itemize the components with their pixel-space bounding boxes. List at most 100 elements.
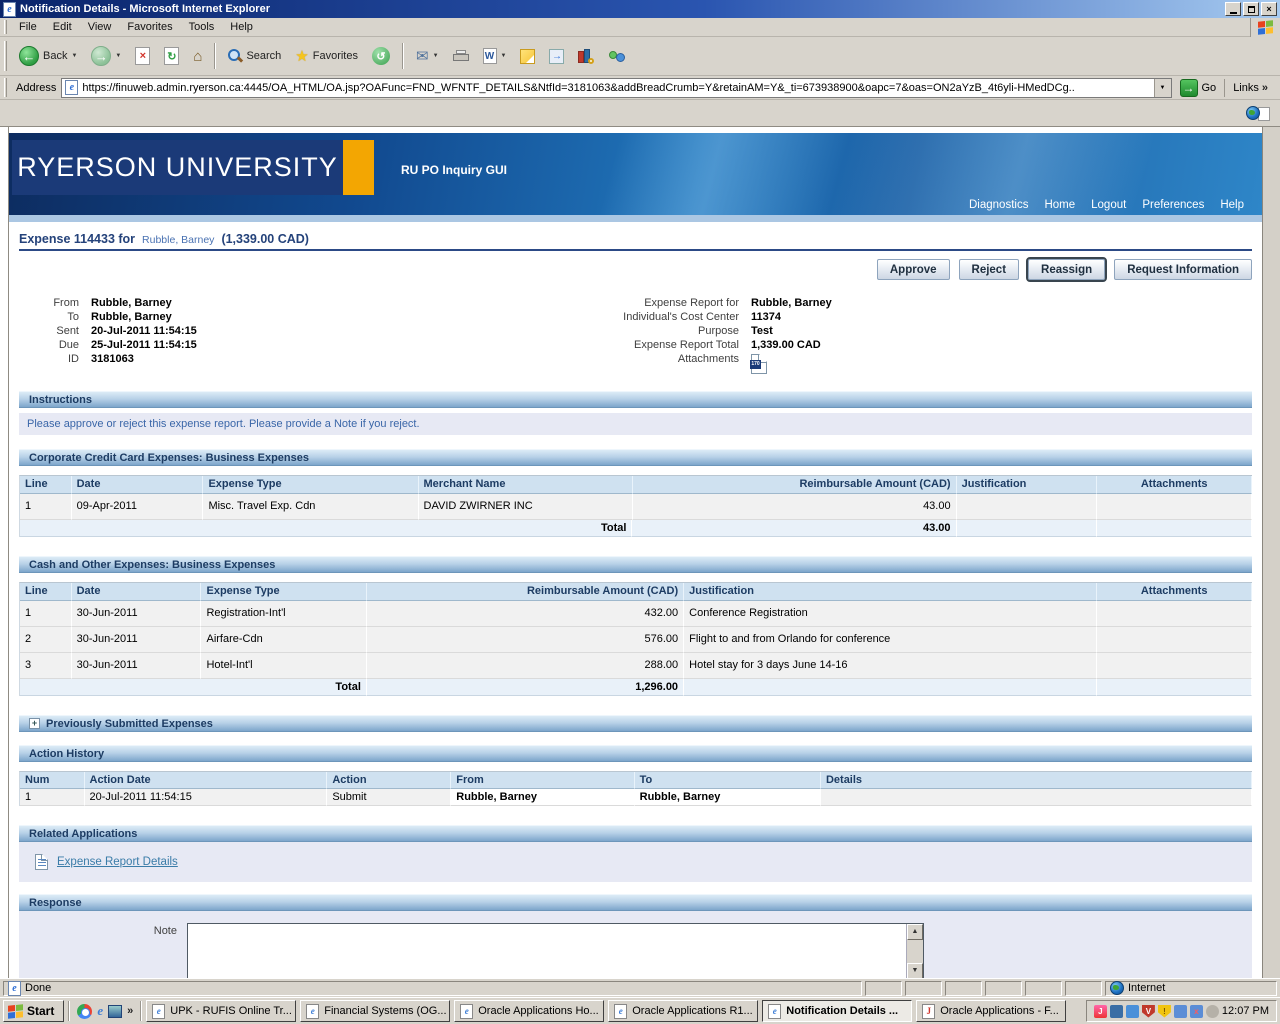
globe-icon[interactable] <box>1246 106 1260 120</box>
approve-button[interactable]: Approve <box>877 259 950 280</box>
discuss-button[interactable]: → <box>543 45 570 68</box>
messenger-tray-icon[interactable] <box>1126 1005 1139 1018</box>
total-empty <box>684 679 1097 696</box>
security-alert-icon[interactable]: ! <box>1158 1005 1171 1018</box>
forward-icon: → <box>91 46 111 66</box>
menu-favorites[interactable]: Favorites <box>119 19 180 35</box>
quick-launch-chevron-icon[interactable]: » <box>127 1005 133 1017</box>
scroll-up-icon[interactable]: ▲ <box>907 924 923 940</box>
to-label: To <box>39 310 79 324</box>
table-row: 1 09-Apr-2011 Misc. Travel Exp. Cdn DAVI… <box>20 494 1252 520</box>
nav-preferences[interactable]: Preferences <box>1142 199 1204 211</box>
note-scrollbar[interactable]: ▲ ▼ <box>906 924 923 978</box>
chrome-icon[interactable] <box>77 1004 92 1019</box>
cell-expense-type: Registration-Int'l <box>201 601 367 627</box>
forward-button[interactable]: → ▼ <box>85 42 127 70</box>
request-information-button[interactable]: Request Information <box>1114 259 1252 280</box>
start-button[interactable]: Start <box>3 1000 64 1022</box>
research-button[interactable] <box>572 45 600 68</box>
restore-button[interactable] <box>1243 2 1259 16</box>
nav-help[interactable]: Help <box>1220 199 1244 211</box>
search-button[interactable]: Search <box>222 45 287 67</box>
favorites-label: Favorites <box>313 50 358 62</box>
address-input[interactable] <box>82 82 1149 94</box>
close-button[interactable]: × <box>1261 2 1277 16</box>
scroll-down-icon[interactable]: ▼ <box>907 963 923 978</box>
person-link[interactable]: Rubble, Barney <box>142 234 214 246</box>
to-value: Rubble, Barney <box>91 310 419 324</box>
total-amount: 1,296.00 <box>367 679 684 696</box>
history-button[interactable]: ↺ <box>366 43 396 69</box>
address-dropdown-button[interactable]: ▼ <box>1154 79 1171 97</box>
reject-button[interactable]: Reject <box>959 259 1020 280</box>
home-button[interactable]: ⌂ <box>187 44 208 69</box>
menu-tools[interactable]: Tools <box>181 19 223 35</box>
edit-dropdown-icon[interactable]: ▼ <box>501 53 507 59</box>
response-title: Response <box>29 895 82 911</box>
window-icon[interactable] <box>108 1005 122 1018</box>
col-line: Line <box>20 476 72 494</box>
col-to: To <box>635 772 821 789</box>
cell-expense-type: Hotel-Int'l <box>201 653 367 679</box>
col-date: Date <box>72 583 202 601</box>
nav-home[interactable]: Home <box>1044 199 1075 211</box>
go-arrow-icon: → <box>1180 79 1198 97</box>
task-button[interactable]: e Oracle Applications R1... <box>608 1000 758 1022</box>
task-button[interactable]: e UPK - RUFIS Online Tr... <box>146 1000 296 1022</box>
menu-edit[interactable]: Edit <box>45 19 80 35</box>
favorites-button[interactable]: ★ Favorites <box>289 43 364 69</box>
mail-button[interactable]: ✉ ▼ <box>410 43 445 69</box>
links-button[interactable]: Links » <box>1224 79 1276 97</box>
task-button[interactable]: J Oracle Applications - F... <box>916 1000 1066 1022</box>
note-input[interactable] <box>188 924 906 978</box>
expense-report-details-link[interactable]: Expense Report Details <box>57 856 178 868</box>
task-button[interactable]: e Oracle Applications Ho... <box>454 1000 604 1022</box>
back-dropdown-icon[interactable]: ▼ <box>71 53 77 59</box>
menu-view[interactable]: View <box>80 19 120 35</box>
network-icon[interactable] <box>1174 1005 1187 1018</box>
ie-icon[interactable]: e <box>97 1003 103 1019</box>
minimize-button[interactable] <box>1225 2 1241 16</box>
forward-dropdown-icon[interactable]: ▼ <box>115 53 121 59</box>
task-button-active[interactable]: e Notification Details ... <box>762 1000 912 1022</box>
network-disconnected-icon[interactable]: x <box>1190 1005 1203 1018</box>
instructions-title: Instructions <box>29 392 92 408</box>
messenger-button[interactable] <box>602 45 632 68</box>
mail-dropdown-icon[interactable]: ▼ <box>433 53 439 59</box>
edit-with-word-button[interactable]: W ▼ <box>477 44 513 68</box>
history-icon: ↺ <box>372 47 390 65</box>
expand-icon[interactable]: + <box>29 718 40 729</box>
task-button[interactable]: e Financial Systems (OG... <box>300 1000 450 1022</box>
nav-logout[interactable]: Logout <box>1091 199 1126 211</box>
back-button[interactable]: ← Back ▼ <box>13 42 83 70</box>
refresh-button[interactable]: ↻ <box>158 43 185 69</box>
cell-merchant: DAVID ZWIRNER INC <box>419 494 633 520</box>
refresh-icon: ↻ <box>164 47 179 65</box>
antivirus-icon[interactable]: V <box>1142 1005 1155 1018</box>
remote-desktop-icon[interactable] <box>1110 1005 1123 1018</box>
expense-report-for-value: Rubble, Barney <box>751 296 832 310</box>
volume-icon[interactable] <box>1206 1005 1219 1018</box>
minimize-icon <box>1230 12 1237 14</box>
attachment-icon[interactable]: 170 <box>751 354 767 374</box>
go-button[interactable]: → Go <box>1177 78 1220 98</box>
menu-file[interactable]: File <box>11 19 45 35</box>
cell-amount: 43.00 <box>633 494 957 520</box>
expense-report-total-value: 1,339.00 CAD <box>751 338 832 352</box>
nav-diagnostics[interactable]: Diagnostics <box>969 199 1028 211</box>
extension-bar: ▼ <box>0 100 1280 127</box>
toolbar-grip[interactable] <box>4 41 7 71</box>
cell-justification: Conference Registration <box>684 601 1097 627</box>
print-button[interactable] <box>447 46 475 67</box>
menu-help[interactable]: Help <box>222 19 261 35</box>
toolbar-grip[interactable] <box>4 20 7 34</box>
mail-icon: ✉ <box>416 47 429 65</box>
reassign-button[interactable]: Reassign <box>1028 259 1105 280</box>
go-label: Go <box>1202 82 1217 94</box>
toolbar-grip[interactable] <box>4 78 7 96</box>
java-tray-icon[interactable]: J <box>1094 1005 1107 1018</box>
scrollbar-track[interactable] <box>1262 127 1280 978</box>
sticky-note-button[interactable] <box>514 45 541 68</box>
stop-button[interactable]: × <box>129 43 156 69</box>
previously-submitted-header: + Previously Submitted Expenses <box>19 715 1252 732</box>
